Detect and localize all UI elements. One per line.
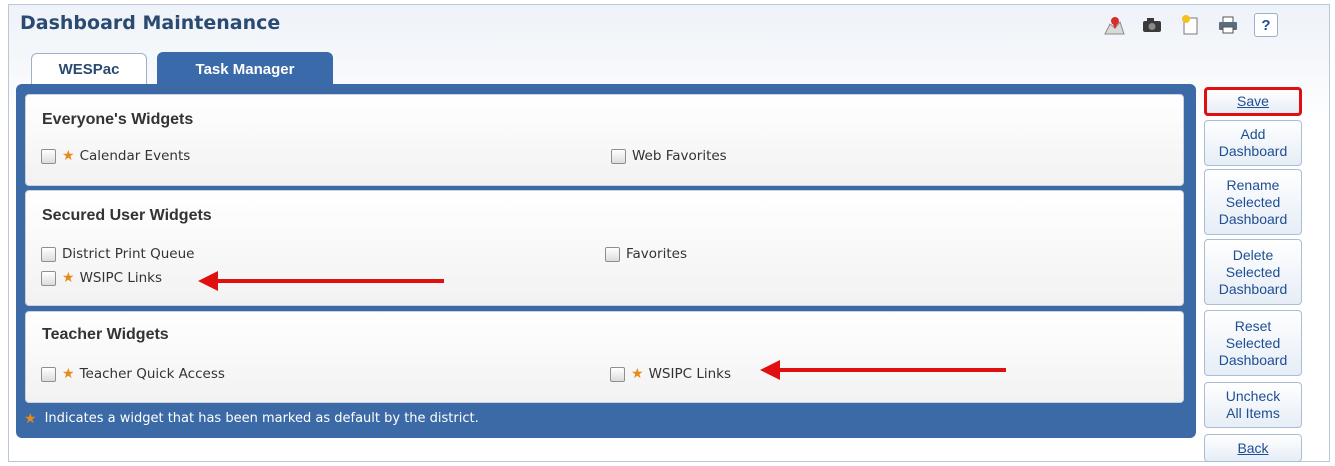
checkbox[interactable]	[605, 246, 620, 262]
default-star-icon: ★	[62, 366, 75, 382]
section-everyones-widgets: Everyone's Widgets ★ Calendar Events Web…	[25, 94, 1184, 186]
add-dashboard-button[interactable]: Add Dashboard	[1204, 120, 1302, 166]
widget-label: Web Favorites	[632, 148, 727, 164]
widget-favorites[interactable]: Favorites	[605, 246, 687, 262]
checkbox[interactable]	[610, 366, 625, 382]
widget-wsipc-links-teacher[interactable]: ★ WSIPC Links	[610, 366, 731, 382]
delete-dashboard-button[interactable]: Delete Selected Dashboard	[1204, 239, 1302, 305]
tab-task-manager[interactable]: Task Manager	[157, 52, 333, 86]
new-document-icon[interactable]	[1178, 13, 1202, 37]
default-footnote: ★ Indicates a widget that has been marke…	[24, 411, 479, 426]
checkbox[interactable]	[41, 148, 56, 164]
checkbox[interactable]	[41, 270, 56, 286]
annotation-arrow-icon	[198, 271, 444, 291]
checkbox[interactable]	[41, 366, 56, 382]
checkbox[interactable]	[611, 148, 626, 164]
widgets-panel: Everyone's Widgets ★ Calendar Events Web…	[16, 84, 1196, 438]
section-title: Teacher Widgets	[42, 326, 169, 343]
widget-web-favorites[interactable]: Web Favorites	[611, 148, 727, 164]
save-button[interactable]: Save	[1204, 87, 1302, 116]
reset-dashboard-button[interactable]: Reset Selected Dashboard	[1204, 310, 1302, 376]
widget-teacher-quick-access[interactable]: ★ Teacher Quick Access	[41, 366, 225, 382]
section-title: Secured User Widgets	[42, 207, 212, 224]
map-marker-icon[interactable]	[1102, 13, 1126, 37]
widget-label: WSIPC Links	[648, 366, 731, 382]
section-teacher-widgets: Teacher Widgets ★ Teacher Quick Access ★…	[25, 311, 1184, 403]
section-title: Everyone's Widgets	[42, 111, 194, 128]
default-star-icon: ★	[631, 366, 644, 382]
default-star-icon: ★	[62, 270, 75, 286]
widget-label: Teacher Quick Access	[79, 366, 225, 382]
checkbox[interactable]	[41, 246, 56, 262]
camera-icon[interactable]	[1140, 13, 1164, 37]
print-icon[interactable]	[1216, 13, 1240, 37]
widget-label: District Print Queue	[62, 246, 195, 262]
widget-calendar-events[interactable]: ★ Calendar Events	[41, 148, 190, 164]
tab-wespac[interactable]: WESPac	[31, 53, 147, 85]
widget-label: WSIPC Links	[79, 270, 162, 286]
annotation-arrow-icon	[760, 360, 1006, 380]
default-star-icon: ★	[62, 148, 75, 164]
toolbar: ?	[1102, 10, 1330, 40]
footnote-text: Indicates a widget that has been marked …	[44, 411, 479, 426]
widget-label: Favorites	[626, 246, 687, 262]
widget-wsipc-links[interactable]: ★ WSIPC Links	[41, 270, 162, 286]
default-star-icon: ★	[24, 410, 37, 427]
widget-label: Calendar Events	[79, 148, 191, 164]
rename-dashboard-button[interactable]: Rename Selected Dashboard	[1204, 169, 1302, 235]
page-title: Dashboard Maintenance	[20, 12, 281, 34]
uncheck-all-button[interactable]: Uncheck All Items	[1204, 382, 1302, 428]
help-icon[interactable]: ?	[1254, 13, 1278, 37]
back-button[interactable]: Back	[1204, 434, 1302, 462]
widget-district-print-queue[interactable]: District Print Queue	[41, 246, 194, 262]
